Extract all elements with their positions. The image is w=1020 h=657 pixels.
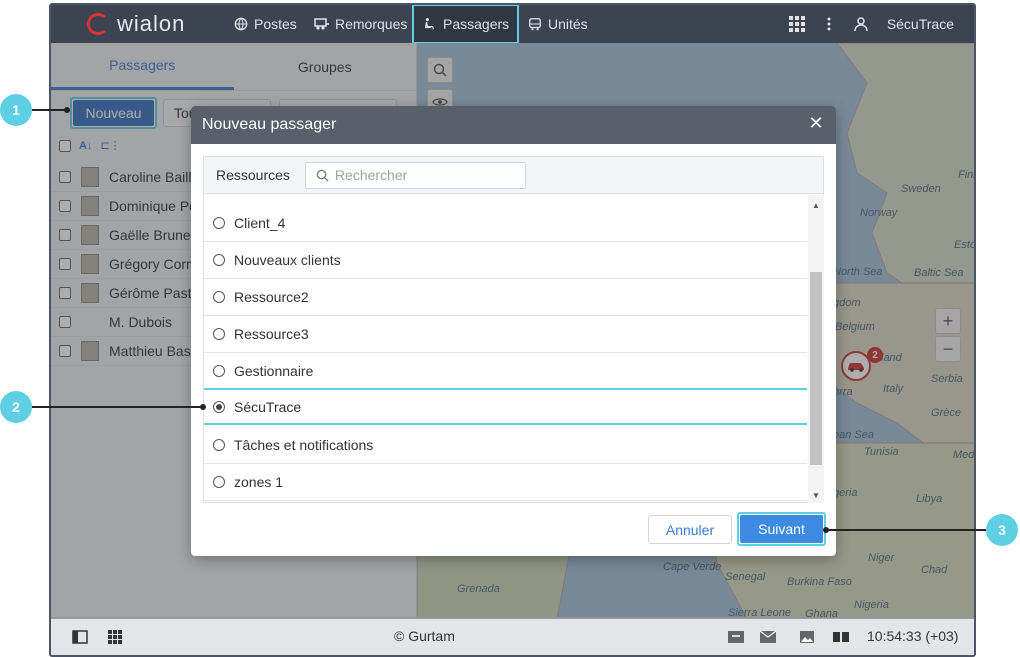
mail-icon[interactable]	[759, 630, 781, 644]
dialog-title: Nouveau passager	[202, 116, 337, 133]
more-vertical-icon[interactable]	[827, 17, 831, 31]
trailer-icon	[314, 18, 329, 30]
logo-text: wialon	[117, 11, 186, 36]
resource-radio[interactable]	[213, 254, 225, 266]
seat-icon	[424, 18, 435, 30]
top-right-tools: SécuTrace	[788, 5, 974, 43]
list-scrollbar[interactable]: ▲ ▼	[808, 195, 824, 503]
scrollbar-thumb[interactable]	[810, 272, 822, 465]
search-icon	[316, 169, 329, 182]
resources-label: Ressources	[216, 167, 290, 183]
callout-1-line	[32, 109, 68, 111]
panel-toggle-icon[interactable]	[72, 630, 88, 644]
resource-radio[interactable]	[213, 365, 225, 377]
nav-trailers[interactable]: Remorques	[314, 5, 407, 43]
callout-1: 1	[0, 94, 32, 126]
resource-label: Gestionnaire	[234, 363, 314, 379]
callout-3-dot	[823, 527, 829, 533]
bottom-bar: © Gurtam 10:54:33 (+03)	[51, 617, 974, 655]
user-name[interactable]: SécuTrace	[887, 16, 954, 32]
archive-icon[interactable]	[727, 630, 745, 644]
resource-item[interactable]: Ressource2	[204, 279, 807, 316]
wialon-logo[interactable]: wialon	[87, 11, 185, 37]
resource-item[interactable]: Tâches et notifications	[204, 427, 807, 464]
callout-2-line	[32, 406, 204, 408]
nav-label: Unités	[548, 16, 588, 32]
copyright-text: © Gurtam	[394, 628, 455, 644]
scroll-up-icon[interactable]: ▲	[812, 201, 820, 210]
search-box[interactable]	[304, 161, 526, 189]
next-button-label: Suivant	[740, 515, 823, 543]
resource-item[interactable]: zones 1	[204, 464, 807, 501]
resources-header: Ressources	[204, 157, 823, 194]
nav-label: Postes	[254, 16, 297, 32]
callout-3: 3	[986, 514, 1018, 546]
top-bar: wialon Postes Remorques Passagers Unités…	[51, 5, 974, 44]
resource-item[interactable]: Nouveaux clients	[204, 242, 807, 279]
resource-item[interactable]: Client_4	[204, 205, 807, 242]
resource-label: Tâches et notifications	[234, 437, 374, 453]
nav-units[interactable]: Unités	[527, 5, 588, 43]
resource-item[interactable]: Ressource3	[204, 316, 807, 353]
image-icon[interactable]	[799, 630, 815, 644]
resource-radio[interactable]	[213, 439, 225, 451]
cancel-button[interactable]: Annuler	[648, 515, 732, 544]
globe-icon	[234, 17, 248, 31]
logo-icon	[87, 13, 109, 35]
close-icon[interactable]: ✕	[808, 114, 824, 132]
resource-item[interactable]: Gestionnaire	[204, 353, 807, 390]
resource-label: zones 1	[234, 474, 284, 490]
nav-passengers[interactable]: Passagers	[412, 5, 520, 44]
nav-label: Passagers	[443, 16, 510, 32]
scroll-down-icon[interactable]: ▼	[812, 491, 820, 500]
nav-monitoring[interactable]: Postes	[233, 5, 297, 43]
resource-label: SécuTrace	[234, 398, 302, 415]
resource-item-selected[interactable]: SécuTrace	[204, 388, 807, 425]
new-passenger-dialog: Nouveau passager ✕ Ressources Client_4 N…	[191, 106, 836, 556]
nav-label: Remorques	[335, 16, 408, 32]
search-input[interactable]	[334, 167, 515, 183]
resource-radio[interactable]	[213, 476, 225, 488]
grid-view-icon[interactable]	[108, 630, 122, 644]
user-icon[interactable]	[853, 16, 869, 32]
resources-box: Ressources Client_4 Nouveaux clients Res…	[203, 156, 824, 503]
resource-label: Client_4	[234, 215, 286, 231]
resource-label: Ressource2	[234, 289, 309, 305]
callout-1-dot	[64, 107, 70, 113]
resource-radio[interactable]	[213, 328, 225, 340]
cards-icon[interactable]	[832, 630, 850, 644]
next-button[interactable]: Suivant	[737, 512, 826, 546]
resource-label: Ressource3	[234, 326, 309, 342]
bus-icon	[529, 18, 541, 31]
callout-2: 2	[0, 391, 32, 423]
clock-time: 10:54:33 (+03)	[867, 628, 959, 644]
resource-label: Nouveaux clients	[234, 252, 341, 268]
resource-radio[interactable]	[213, 217, 225, 229]
resources-list: Client_4 Nouveaux clients Ressource2 Res…	[204, 195, 807, 503]
apps-grid-icon[interactable]	[788, 16, 805, 32]
resource-radio-checked[interactable]	[213, 400, 225, 413]
resource-radio[interactable]	[213, 291, 225, 303]
dialog-header: Nouveau passager ✕	[191, 106, 836, 144]
callout-2-dot	[200, 404, 206, 410]
callout-3-line	[826, 529, 986, 531]
